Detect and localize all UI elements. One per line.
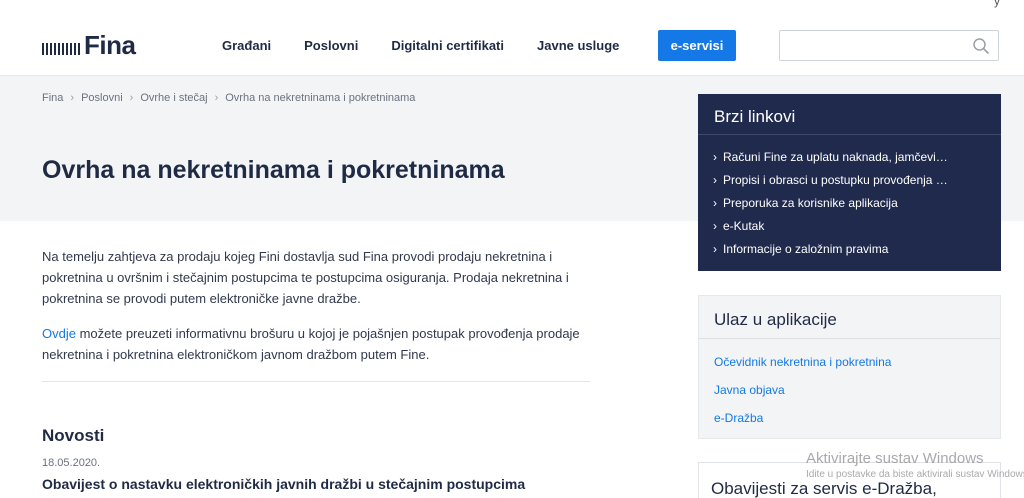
- fina-logo[interactable]: Fina: [42, 29, 136, 60]
- breadcrumb-separator-icon: ›: [70, 92, 75, 104]
- breadcrumb-item-ovrhe-i-stecaj[interactable]: Ovrhe i stečaj: [140, 92, 207, 104]
- top-strip: y: [0, 0, 1024, 14]
- brochure-link[interactable]: Ovdje: [42, 326, 76, 341]
- brochure-text: možete preuzeti informativnu brošuru u k…: [42, 326, 580, 362]
- top-strip-fragment: y: [994, 0, 1000, 8]
- quick-link-item[interactable]: › Preporuka za korisnike aplikacija: [713, 192, 983, 215]
- quick-link-item[interactable]: › Računi Fine za uplatu naknada, jamčevi…: [713, 146, 983, 169]
- windows-activation-watermark: Aktivirajte sustav Windows Idite u posta…: [806, 450, 1024, 480]
- watermark-line-1: Aktivirajte sustav Windows: [806, 450, 984, 467]
- news-date: 18.05.2020.: [42, 457, 101, 469]
- quick-link-label: Informacije o založnim pravima: [723, 242, 889, 256]
- app-link-e-drazba[interactable]: e-Dražba: [714, 404, 891, 432]
- chevron-right-icon: ›: [713, 219, 717, 233]
- quick-links-panel: Brzi linkovi › Računi Fine za uplatu nakn…: [698, 94, 1001, 271]
- chevron-right-icon: ›: [713, 196, 717, 210]
- breadcrumb-item-poslovni[interactable]: Poslovni: [81, 92, 123, 104]
- logo-bars-icon: [42, 41, 82, 55]
- eservisi-button[interactable]: e-servisi: [658, 30, 736, 61]
- notices-title: Obavijesti za servis e-Dražba,: [711, 479, 937, 498]
- quick-link-label: Računi Fine za uplatu naknada, jamčevi…: [723, 150, 948, 164]
- app-link-javna-objava[interactable]: Javna objava: [714, 376, 891, 404]
- watermark-line-2: Idite u postavke da biste aktivirali sus…: [806, 469, 1024, 480]
- app-link-ocevidnik[interactable]: Očevidnik nekretnina i pokretnina: [714, 348, 891, 376]
- nav-item-digitalni-certifikati[interactable]: Digitalni certifikati: [391, 38, 504, 53]
- quick-link-item[interactable]: › Informacije o založnim pravima: [713, 238, 983, 261]
- quick-link-item[interactable]: › Propisi i obrasci u postupku provođenja…: [713, 169, 983, 192]
- chevron-right-icon: ›: [713, 173, 717, 187]
- nav-item-javne-usluge[interactable]: Javne usluge: [537, 38, 619, 53]
- site-header: Fina Građani Poslovni Digitalni certifik…: [0, 14, 1024, 76]
- breadcrumb: Fina › Poslovni › Ovrhe i stečaj › Ovrha…: [42, 92, 415, 104]
- search-box: [779, 30, 999, 61]
- nav-item-poslovni[interactable]: Poslovni: [304, 38, 358, 53]
- quick-links-divider: [698, 134, 1001, 135]
- app-entry-divider: [699, 338, 1000, 339]
- quick-link-label: e-Kutak: [723, 219, 765, 233]
- search-input[interactable]: [788, 37, 958, 55]
- brochure-paragraph: Ovdje možete preuzeti informativnu brošu…: [42, 323, 590, 365]
- app-entry-title: Ulaz u aplikacije: [714, 310, 837, 329]
- main-nav: Građani Poslovni Digitalni certifikati J…: [222, 38, 652, 53]
- news-section-title: Novosti: [42, 426, 105, 445]
- content-divider: [42, 381, 590, 382]
- breadcrumb-separator-icon: ›: [129, 92, 134, 104]
- news-headline-link[interactable]: Obavijest o nastavku elektroničkih javni…: [42, 476, 525, 492]
- app-entry-panel: Ulaz u aplikacije Očevidnik nekretnina i…: [698, 295, 1001, 439]
- nav-item-gradani[interactable]: Građani: [222, 38, 271, 53]
- breadcrumb-item-current: Ovrha na nekretninama i pokretninama: [225, 92, 416, 104]
- page-title: Ovrha na nekretninama i pokretninama: [42, 156, 505, 184]
- search-icon[interactable]: [972, 37, 990, 55]
- logo-text: Fina: [84, 29, 136, 60]
- breadcrumb-separator-icon: ›: [214, 92, 219, 104]
- quick-links-title: Brzi linkovi: [714, 107, 796, 126]
- chevron-right-icon: ›: [713, 150, 717, 164]
- intro-paragraph: Na temelju zahtjeva za prodaju kojeg Fin…: [42, 249, 569, 306]
- quick-link-label: Preporuka za korisnike aplikacija: [723, 196, 898, 210]
- quick-link-label: Propisi i obrasci u postupku provođenja …: [723, 173, 948, 187]
- chevron-right-icon: ›: [713, 242, 717, 256]
- quick-link-item[interactable]: › e-Kutak: [713, 215, 983, 238]
- breadcrumb-item-fina[interactable]: Fina: [42, 92, 63, 104]
